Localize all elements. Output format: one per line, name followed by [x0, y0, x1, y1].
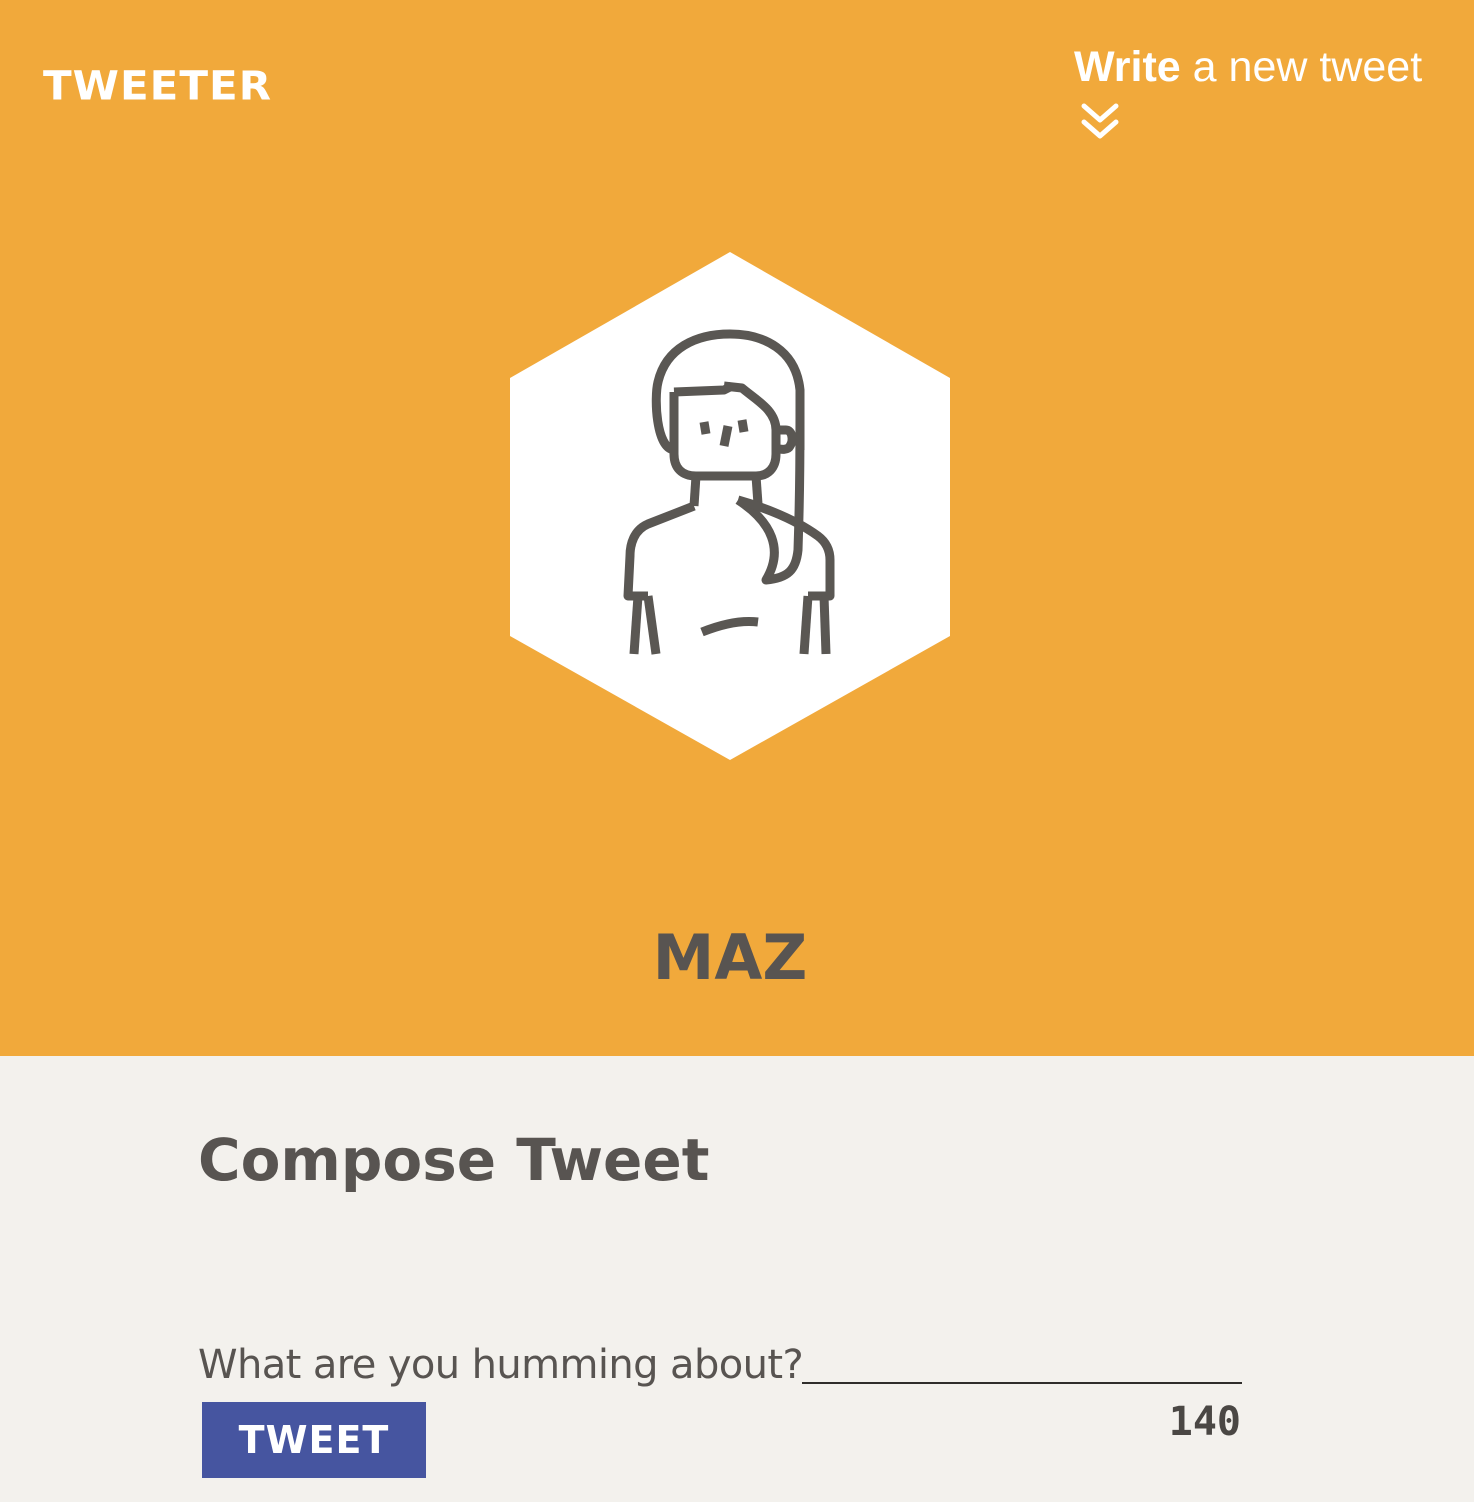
double-chevron-down-icon: [1081, 103, 1119, 139]
write-new-tweet-rest: a new tweet: [1180, 43, 1423, 91]
write-new-tweet-label: Write a new tweet: [1074, 40, 1422, 94]
write-new-tweet-link[interactable]: Write a new tweet: [1074, 40, 1434, 150]
char-counter: 140: [1168, 1399, 1241, 1445]
profile-name: MAZ: [652, 921, 808, 994]
tweet-button[interactable]: TWEET: [202, 1402, 426, 1478]
tweet-input[interactable]: [802, 1340, 1242, 1384]
write-new-tweet-strong: Write: [1074, 43, 1181, 91]
brand-logo[interactable]: TWEETER: [43, 61, 272, 110]
woman-avatar-icon: [510, 252, 950, 760]
profile-header: TWEETER Write a new tweet MAZ: [0, 0, 1474, 1056]
compose-label: What are you humming about?: [198, 1342, 804, 1388]
profile-avatar: [506, 250, 954, 762]
compose-title: Compose Tweet: [198, 1126, 710, 1194]
